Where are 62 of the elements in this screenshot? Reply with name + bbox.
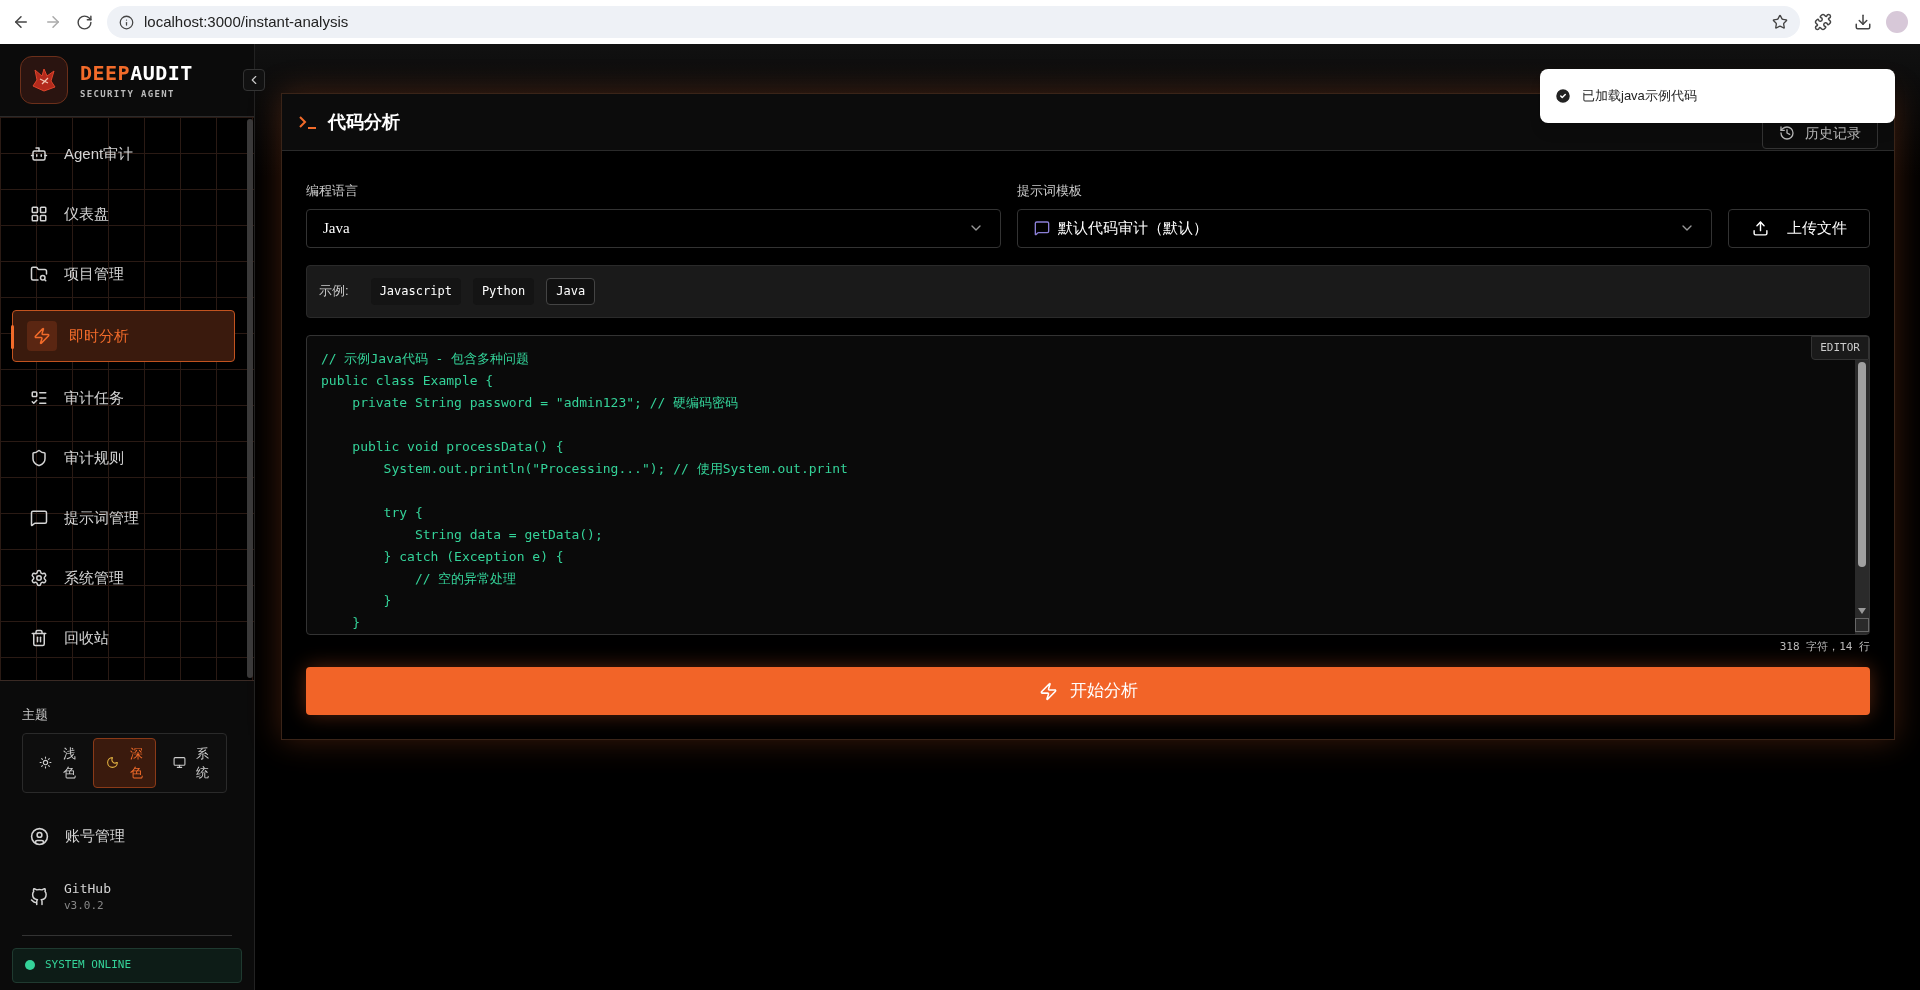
example-chip[interactable]: Python xyxy=(472,277,535,305)
code-editor[interactable]: // 示例Java代码 - 包含多种问题 public class Example { private String password = "admin123"; // 硬编码密码 public void processData() { System.out.println("Processing..."); // 使用System.out.print try { String data = getData(); } catch (Exception e) { // 空的异常处理 } } xyxy=(307,335,1799,634)
account-link[interactable]: 账号管理 xyxy=(22,814,232,859)
github-link[interactable]: GitHub v3.0.2 xyxy=(22,872,232,921)
brand-tagline: SECURITY AGENT xyxy=(80,88,176,102)
star-icon[interactable] xyxy=(1772,14,1788,30)
logo-icon xyxy=(20,56,68,104)
theme-option[interactable]: 浅色 xyxy=(27,737,89,788)
download-icon[interactable] xyxy=(1854,13,1872,31)
chat-bubble-icon xyxy=(30,509,48,527)
theme-option[interactable]: 深色 xyxy=(92,737,157,788)
nav-item[interactable]: 仪表盘 xyxy=(12,190,235,238)
reload-icon[interactable] xyxy=(76,13,93,31)
sun-icon xyxy=(39,756,53,769)
github-icon xyxy=(30,887,48,906)
history-icon xyxy=(1779,125,1795,141)
theme-option[interactable]: 系统 xyxy=(160,737,222,788)
monitor-icon xyxy=(172,756,186,769)
folder-search-icon xyxy=(30,265,48,283)
nav-item[interactable]: 提示词管理 xyxy=(12,494,235,542)
nav-item[interactable]: 回收站 xyxy=(12,614,235,662)
check-circle-icon xyxy=(1554,87,1572,105)
nav-item[interactable]: 审计规则 xyxy=(12,434,235,482)
brand-name: DEEPAUDIT xyxy=(80,60,193,88)
shield-icon xyxy=(30,449,48,467)
scrollbar[interactable] xyxy=(1855,360,1869,634)
nav-item[interactable]: Agent审计 xyxy=(12,130,235,178)
checklist-icon xyxy=(30,389,48,407)
field-label: 提示词模板 xyxy=(1017,182,1083,200)
system-status: SYSTEM ONLINE xyxy=(12,947,242,983)
settings-icon xyxy=(30,569,48,587)
robot-icon xyxy=(30,145,48,163)
trash-icon xyxy=(30,629,48,647)
toast-notification: 已加载java示例代码 xyxy=(1540,69,1895,123)
chat-bubble-icon xyxy=(1034,220,1050,236)
template-select[interactable]: 默认代码审计（默认） xyxy=(1017,208,1712,248)
lightning-icon xyxy=(1038,681,1058,701)
collapse-button[interactable] xyxy=(243,69,265,91)
lightning-icon xyxy=(33,327,51,345)
info-icon xyxy=(119,14,134,30)
nav-item[interactable]: 即时分析 xyxy=(12,310,235,362)
grid-icon xyxy=(30,205,48,223)
nav-item[interactable]: 审计任务 xyxy=(12,374,235,422)
theme-label: 主题 xyxy=(22,706,49,724)
address-bar[interactable]: localhost:3000/instant-analysis xyxy=(107,6,1800,38)
upload-button[interactable]: 上传文件 xyxy=(1728,208,1870,248)
extensions-icon[interactable] xyxy=(1814,13,1832,31)
panel-title: 代码分析 xyxy=(328,110,400,134)
upload-icon xyxy=(1751,219,1769,237)
code-stats: 318 字符，14 行 xyxy=(1779,638,1870,655)
user-icon xyxy=(30,827,49,846)
example-chip[interactable]: Java xyxy=(546,277,596,305)
nav-item[interactable]: 系统管理 xyxy=(12,554,235,602)
field-label: 编程语言 xyxy=(306,182,359,200)
terminal-icon xyxy=(298,114,318,130)
examples-label: 示例: xyxy=(319,282,349,301)
moon-icon xyxy=(106,756,119,769)
nav-item[interactable]: 项目管理 xyxy=(12,250,235,298)
back-icon[interactable] xyxy=(12,13,30,31)
editor-badge: EDITOR xyxy=(1811,335,1869,360)
language-select[interactable]: Java xyxy=(306,208,1001,248)
example-chip[interactable]: Javascript xyxy=(370,277,461,305)
